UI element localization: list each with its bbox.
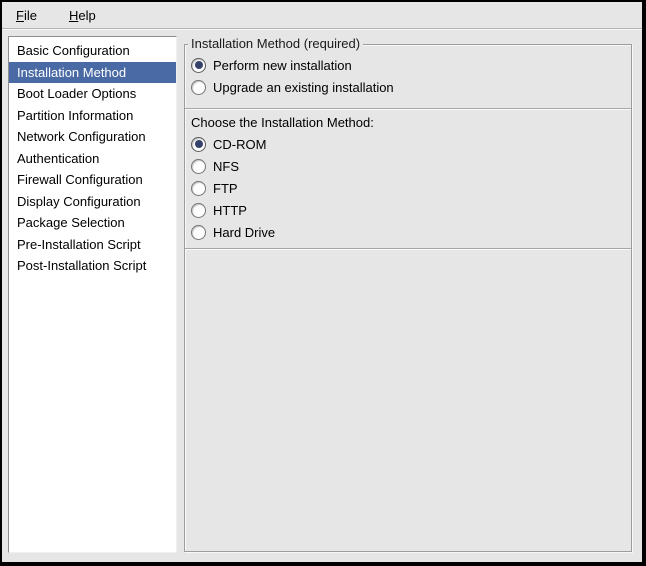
sidebar-item-installation-method[interactable]: Installation Method xyxy=(9,62,176,84)
menu-help-rest: elp xyxy=(78,8,95,23)
sidebar-item-basic-configuration[interactable]: Basic Configuration xyxy=(9,40,176,62)
sidebar-item-package-selection[interactable]: Package Selection xyxy=(9,212,176,234)
menu-file-rest: ile xyxy=(24,8,37,23)
radio-label: CD-ROM xyxy=(213,137,266,152)
radio-label: Perform new installation xyxy=(213,58,352,73)
menu-file[interactable]: File xyxy=(12,6,41,25)
radio-button-icon xyxy=(191,203,206,218)
kickstart-configurator-window: File Help Basic Configuration Installati… xyxy=(0,0,646,566)
radio-nfs[interactable]: NFS xyxy=(185,155,631,177)
radio-ftp[interactable]: FTP xyxy=(185,177,631,199)
radio-label: FTP xyxy=(213,181,238,196)
sidebar-item-display-configuration[interactable]: Display Configuration xyxy=(9,191,176,213)
radio-label: NFS xyxy=(213,159,239,174)
radio-label: HTTP xyxy=(213,203,247,218)
radio-upgrade-existing-installation[interactable]: Upgrade an existing installation xyxy=(185,76,631,98)
radio-button-icon xyxy=(191,137,206,152)
radio-button-icon xyxy=(191,181,206,196)
menu-help[interactable]: Help xyxy=(65,6,100,25)
menubar: File Help xyxy=(2,2,642,29)
menu-help-accel: H xyxy=(69,8,78,23)
radio-cdrom[interactable]: CD-ROM xyxy=(185,133,631,155)
radio-label: Hard Drive xyxy=(213,225,275,240)
section-separator xyxy=(185,248,631,250)
frame-title: Installation Method (required) xyxy=(188,36,363,52)
sidebar-item-post-installation-script[interactable]: Post-Installation Script xyxy=(9,255,176,277)
radio-button-icon xyxy=(191,80,206,95)
sidebar-list: Basic Configuration Installation Method … xyxy=(8,36,177,553)
sidebar-item-pre-installation-script[interactable]: Pre-Installation Script xyxy=(9,234,176,256)
radio-button-icon xyxy=(191,58,206,73)
sidebar-item-firewall-configuration[interactable]: Firewall Configuration xyxy=(9,169,176,191)
section-separator xyxy=(185,108,631,110)
installation-method-frame: Installation Method (required) Perform n… xyxy=(184,44,632,552)
sidebar-item-network-configuration[interactable]: Network Configuration xyxy=(9,126,176,148)
menu-file-accel: F xyxy=(16,8,24,23)
radio-label: Upgrade an existing installation xyxy=(213,80,394,95)
radio-button-icon xyxy=(191,225,206,240)
sidebar-item-authentication[interactable]: Authentication xyxy=(9,148,176,170)
radio-perform-new-installation[interactable]: Perform new installation xyxy=(185,54,631,76)
method-section-label: Choose the Installation Method: xyxy=(185,113,631,133)
radio-hard-drive[interactable]: Hard Drive xyxy=(185,221,631,243)
frame-content: Perform new installation Upgrade an exis… xyxy=(185,45,631,250)
sidebar-item-boot-loader-options[interactable]: Boot Loader Options xyxy=(9,83,176,105)
radio-button-icon xyxy=(191,159,206,174)
sidebar-item-partition-information[interactable]: Partition Information xyxy=(9,105,176,127)
radio-http[interactable]: HTTP xyxy=(185,199,631,221)
